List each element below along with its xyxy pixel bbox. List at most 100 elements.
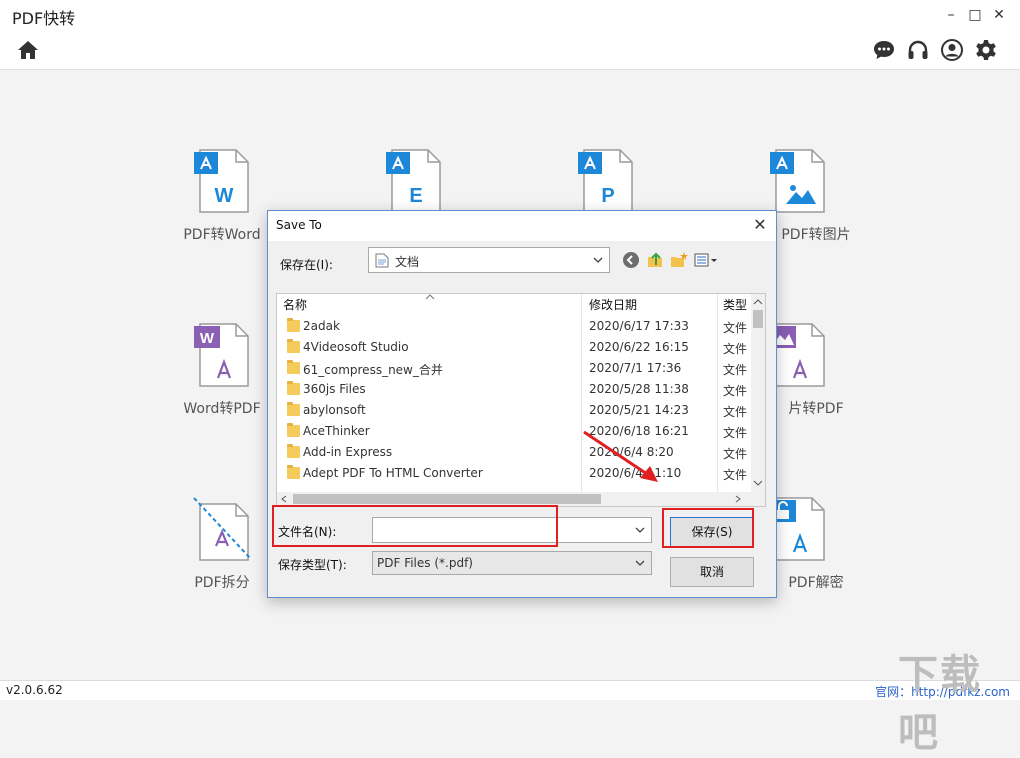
file-name: abylonsoft xyxy=(303,403,366,417)
folder-icon xyxy=(287,318,300,332)
document-icon xyxy=(375,253,389,268)
save-in-value: 文档 xyxy=(395,255,420,269)
dialog-title-bar: Save To ✕ xyxy=(268,211,776,241)
user-account-icon[interactable] xyxy=(940,38,964,62)
folder-icon xyxy=(287,339,300,353)
file-type: 文件 xyxy=(723,342,748,356)
tool-pdf-to-excel[interactable]: E xyxy=(354,148,474,218)
watermark: 下载吧 xyxy=(898,652,982,756)
pdf-to-word-icon: W xyxy=(194,149,249,213)
tool-label: PDF拆分 xyxy=(194,575,250,591)
folder-icon xyxy=(287,465,300,479)
scroll-up-icon[interactable] xyxy=(753,299,763,305)
new-folder-icon[interactable] xyxy=(670,251,688,269)
filetype-label: 保存类型(T): xyxy=(278,558,347,572)
file-type: 文件 xyxy=(723,384,748,398)
annotation-arrow-icon xyxy=(583,430,658,482)
file-type: 文件 xyxy=(723,426,748,440)
toolbar xyxy=(0,30,1020,70)
file-name: 61_compress_new_合并 xyxy=(303,363,443,377)
filename-field[interactable] xyxy=(372,517,652,543)
scroll-right-icon[interactable] xyxy=(735,495,741,503)
version-label: v2.0.6.62 xyxy=(6,683,63,697)
chevron-down-icon[interactable] xyxy=(635,527,645,533)
status-bar: v2.0.6.62 官网：http://pdfkz.com xyxy=(0,680,1020,700)
column-name[interactable]: 名称 xyxy=(283,294,307,316)
save-button[interactable]: 保存(S) xyxy=(670,517,754,547)
list-item[interactable]: Add-in Express 2020/6/4 8:20 文件 xyxy=(277,442,751,463)
file-type: 文件 xyxy=(723,321,748,335)
minimize-button[interactable]: – xyxy=(940,4,962,26)
chevron-down-icon xyxy=(593,257,603,263)
list-item[interactable]: 360js Files 2020/5/28 11:38 文件 xyxy=(277,379,751,400)
file-type: 文件 xyxy=(723,405,748,419)
pdf-to-ppt-icon: P xyxy=(578,149,633,213)
word-to-pdf-icon: W xyxy=(194,323,249,387)
tool-pdf-split[interactable]: PDF拆分 xyxy=(162,496,282,592)
file-list[interactable]: 名称 修改日期 类型 2adak 2020/6/17 17:33 文件 4Vid… xyxy=(276,293,766,507)
back-icon[interactable] xyxy=(622,251,640,269)
image-to-pdf-icon xyxy=(770,323,825,387)
file-date: 2020/7/1 17:36 xyxy=(589,361,682,375)
scroll-thumb[interactable] xyxy=(293,494,601,504)
pdf-decrypt-icon xyxy=(770,497,825,561)
file-date: 2020/6/17 17:33 xyxy=(589,319,689,333)
pdf-to-excel-icon: E xyxy=(386,149,441,213)
column-date[interactable]: 修改日期 xyxy=(589,294,637,316)
save-in-dropdown[interactable]: 文档 xyxy=(368,247,610,273)
chevron-down-icon xyxy=(635,560,645,566)
tool-label: Word转PDF xyxy=(183,401,261,417)
pdf-to-image-icon xyxy=(770,149,825,213)
file-name: 4Videosoft Studio xyxy=(303,340,409,354)
tool-label: 片转PDF xyxy=(788,401,844,417)
vertical-scrollbar[interactable] xyxy=(751,294,765,492)
view-menu-icon[interactable] xyxy=(694,251,718,269)
close-button[interactable]: ✕ xyxy=(988,4,1010,26)
file-name: 2adak xyxy=(303,319,340,333)
headset-icon[interactable] xyxy=(906,38,930,62)
gear-icon[interactable] xyxy=(974,38,998,62)
pdf-split-icon xyxy=(193,497,251,561)
scroll-left-icon[interactable] xyxy=(281,495,287,503)
list-item[interactable]: Adept PDF To HTML Converter 2020/6/4 11:… xyxy=(277,463,751,484)
list-item[interactable]: abylonsoft 2020/5/21 14:23 文件 xyxy=(277,400,751,421)
scroll-down-icon[interactable] xyxy=(753,480,763,486)
filename-label: 文件名(N): xyxy=(278,525,337,539)
up-folder-icon[interactable] xyxy=(646,251,664,269)
list-item[interactable]: AceThinker 2020/6/18 16:21 文件 xyxy=(277,421,751,442)
column-type[interactable]: 类型 xyxy=(723,294,747,316)
file-type: 文件 xyxy=(723,447,748,461)
home-icon[interactable] xyxy=(16,38,40,62)
save-in-label: 保存在(I): xyxy=(280,258,333,272)
chat-icon[interactable] xyxy=(872,38,896,62)
folder-icon xyxy=(287,402,300,416)
file-date: 2020/6/22 16:15 xyxy=(589,340,689,354)
list-item[interactable]: 4Videosoft Studio 2020/6/22 16:15 文件 xyxy=(277,337,751,358)
tool-pdf-to-word[interactable]: W PDF转Word xyxy=(162,148,282,244)
cancel-button[interactable]: 取消 xyxy=(670,557,754,587)
filetype-dropdown[interactable]: PDF Files (*.pdf) xyxy=(372,551,652,575)
maximize-button[interactable]: □ xyxy=(964,4,986,26)
svg-text:W: W xyxy=(200,330,215,347)
folder-icon xyxy=(287,360,300,374)
list-item[interactable]: 61_compress_new_合并 2020/7/1 17:36 文件 xyxy=(277,358,751,379)
folder-icon xyxy=(287,444,300,458)
dialog-close-button[interactable]: ✕ xyxy=(750,215,770,235)
tool-pdf-to-ppt[interactable]: P xyxy=(546,148,666,218)
tool-label: PDF解密 xyxy=(788,575,844,591)
dialog-title: Save To xyxy=(276,218,322,232)
folder-icon xyxy=(287,381,300,395)
tool-word-to-pdf[interactable]: W Word转PDF xyxy=(162,322,282,418)
app-title: PDF快转 xyxy=(12,9,76,28)
scroll-thumb[interactable] xyxy=(753,310,763,328)
list-item[interactable]: 2adak 2020/6/17 17:33 文件 xyxy=(277,316,751,337)
title-bar: PDF快转 – □ ✕ xyxy=(0,0,1020,30)
sort-asc-icon xyxy=(425,294,435,300)
file-date: 2020/5/28 11:38 xyxy=(589,382,689,396)
file-name: Adept PDF To HTML Converter xyxy=(303,466,483,480)
file-name: Add-in Express xyxy=(303,445,393,459)
filetype-value: PDF Files (*.pdf) xyxy=(377,556,473,570)
svg-text:W: W xyxy=(215,185,234,207)
horizontal-scrollbar[interactable] xyxy=(277,492,765,506)
folder-icon xyxy=(287,423,300,437)
